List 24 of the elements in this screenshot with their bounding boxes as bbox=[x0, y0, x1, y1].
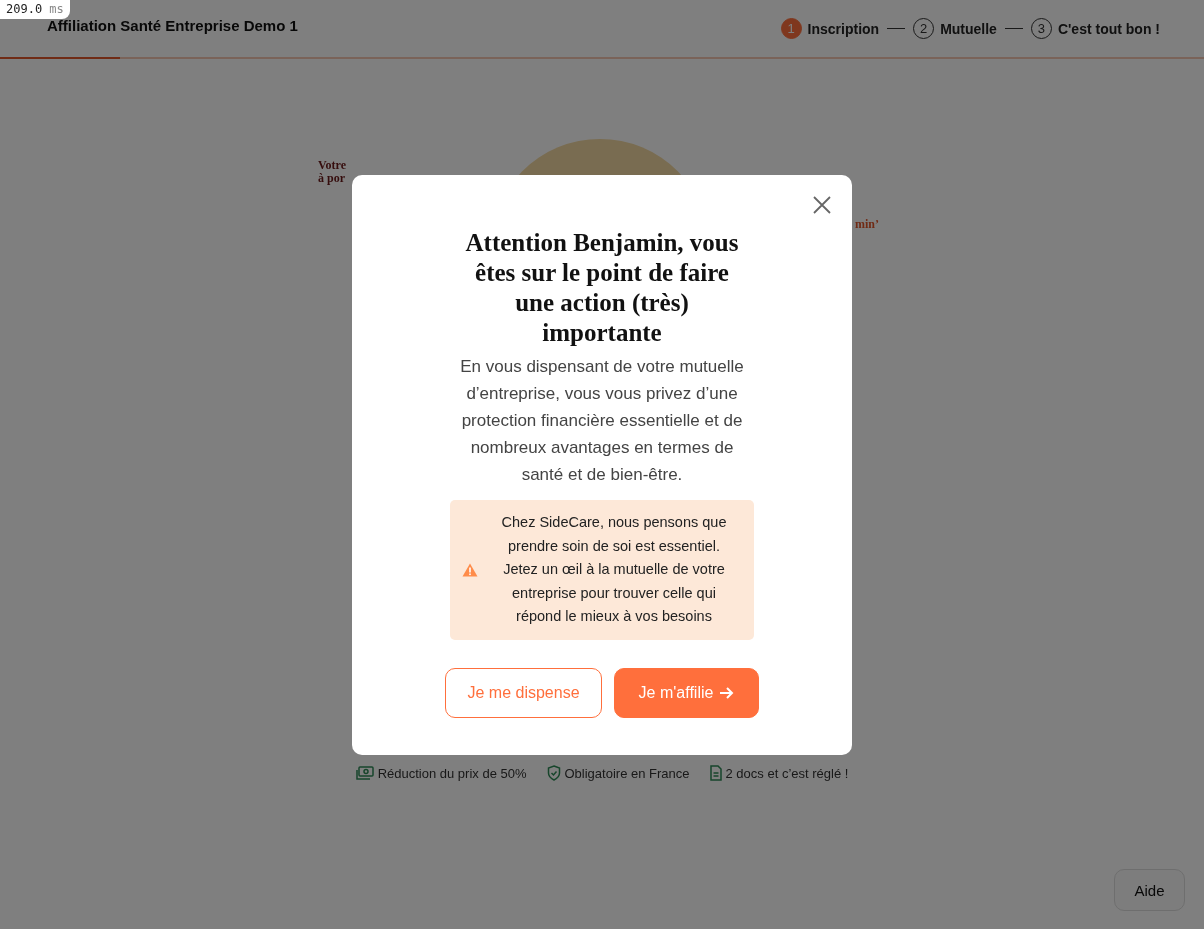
decline-button[interactable]: Je me dispense bbox=[445, 667, 602, 718]
app-title: Affiliation Santé Entreprise Demo 1 bbox=[47, 17, 298, 34]
tagline-text: Votre bbox=[318, 159, 346, 172]
affiliate-button[interactable]: Je m'affilie bbox=[614, 667, 759, 718]
modal-text: En vous dispensant de votre mutuelle d’entreprise, vous vous privez d’une protection financière essentielle et de nombreux avantages en termes de santé et de bien-être. bbox=[459, 356, 745, 486]
warning-icon bbox=[462, 562, 478, 577]
step-label: Mutuelle bbox=[940, 20, 997, 37]
close-icon[interactable] bbox=[812, 195, 832, 215]
arrow-right-icon bbox=[719, 685, 735, 700]
alert-text: Chez SideCare, nous pensons que prendre soin de soi est essentiel. Jetez un œil à la mutuelle de votre entreprise pour trouver celle qui répond le mieux à vos besoins bbox=[500, 513, 728, 626]
document-icon bbox=[709, 765, 722, 781]
step-label: Inscription bbox=[807, 20, 880, 37]
banknote-icon bbox=[355, 766, 374, 780]
duration-text: min’ bbox=[855, 217, 879, 232]
step-number: 1 bbox=[780, 18, 802, 39]
timing-badge: 209.0 ms bbox=[0, 0, 70, 19]
feature-text: Obligatoire en France bbox=[564, 765, 690, 781]
modal-title: Attention Benjamin, vous êtes sur le point de faire une action (très) importante bbox=[464, 228, 740, 348]
feature-text: Réduction du prix de 50% bbox=[377, 765, 527, 781]
shield-check-icon bbox=[546, 765, 561, 781]
step-label: C'est tout bon ! bbox=[1057, 20, 1160, 37]
feature-text: 2 docs et c’est réglé ! bbox=[725, 765, 849, 781]
help-button[interactable]: Aide bbox=[1114, 869, 1185, 911]
tagline-text: à por bbox=[318, 172, 346, 185]
